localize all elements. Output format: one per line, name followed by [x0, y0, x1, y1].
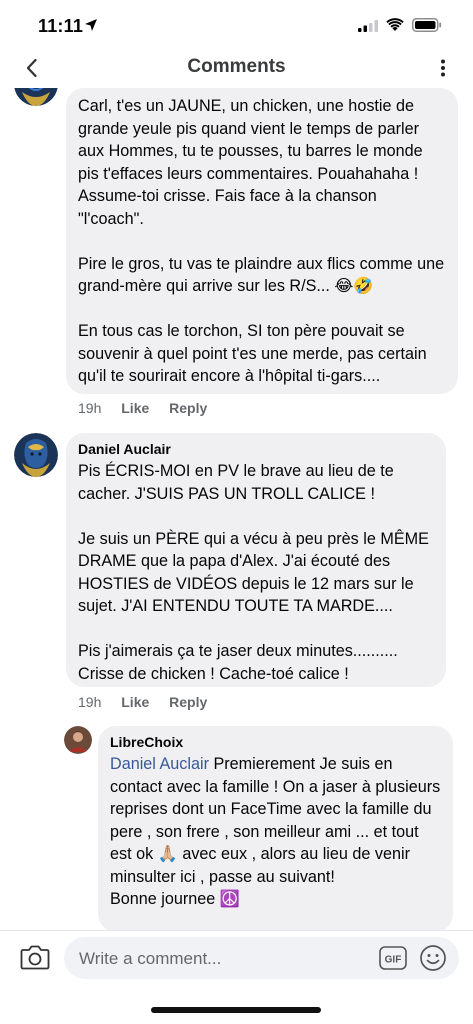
comment-input-placeholder: Write a comment...: [79, 949, 222, 968]
page-title: Comments: [187, 56, 286, 77]
reply-button[interactable]: Reply: [169, 400, 207, 416]
avatar[interactable]: [14, 88, 58, 106]
comment-bubble: Daniel Auclair Pis ÉCRIS-MOI en PV le br…: [66, 433, 446, 687]
emoji-icon[interactable]: [419, 944, 447, 972]
like-button[interactable]: Like: [121, 694, 149, 710]
comment-time: 19h: [78, 400, 102, 416]
comment-text: Pis ÉCRIS-MOI en PV le brave au lieu de …: [78, 462, 429, 683]
wifi-icon: [386, 18, 404, 31]
gif-icon[interactable]: GIF: [379, 946, 407, 970]
status-time: 11:11: [38, 16, 84, 36]
more-vertical-icon[interactable]: [435, 56, 451, 80]
svg-text:GIF: GIF: [385, 955, 402, 966]
status-bar: 11:11: [0, 0, 473, 48]
like-button[interactable]: Like: [121, 400, 149, 416]
camera-icon[interactable]: [20, 943, 50, 971]
comment-meta: 19h Like Reply: [78, 400, 223, 416]
location-arrow-icon: [85, 19, 97, 31]
comment-author[interactable]: LibreChoix: [110, 734, 441, 750]
mention-link[interactable]: Daniel Auclair: [110, 755, 209, 773]
avatar[interactable]: [64, 726, 92, 754]
battery-icon: [412, 18, 442, 32]
comment-bubble: Carl, t'es un JAUNE, un chicken, une hos…: [66, 88, 458, 394]
reply-text: Premierement Je suis en contact avec la …: [110, 755, 441, 908]
signal-icon: [358, 20, 378, 32]
avatar[interactable]: [14, 433, 58, 477]
comment-text: Daniel Auclair Premierement Je suis en c…: [110, 753, 441, 911]
reply-button[interactable]: Reply: [169, 694, 207, 710]
comments-list[interactable]: Carl, t'es un JAUNE, un chicken, une hos…: [0, 88, 473, 930]
comment-input[interactable]: Write a comment... GIF: [64, 937, 459, 979]
comment-time: 19h: [78, 694, 102, 710]
comment-text: Carl, t'es un JAUNE, un chicken, une hos…: [78, 97, 445, 385]
comment-composer: Write a comment... GIF: [0, 930, 473, 1024]
comment-meta: 19h Like Reply: [78, 694, 223, 710]
header: Comments: [0, 48, 473, 88]
reply-bubble: LibreChoix Daniel Auclair Premierement J…: [98, 726, 453, 930]
comment-author[interactable]: Daniel Auclair: [78, 441, 434, 457]
home-indicator: [151, 1007, 321, 1013]
